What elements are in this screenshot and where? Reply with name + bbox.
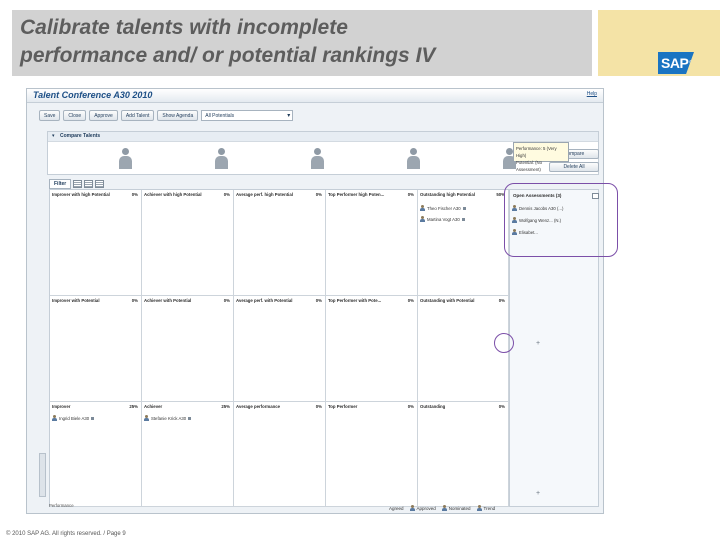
legend-nominated: Nominated [441, 505, 471, 511]
person-icon [218, 148, 225, 155]
cell-improver[interactable]: Improver 25% Ingrid Biele A30 [50, 402, 142, 507]
person-icon [314, 148, 321, 155]
title-separator [594, 10, 596, 76]
person-icon [420, 205, 425, 211]
assessment-tooltip: Performance: 5 (Very High) Potential: (N… [513, 142, 569, 172]
talent-entry[interactable]: Ingrid Biele A30 [52, 414, 95, 422]
help-link[interactable]: Help [587, 91, 597, 97]
status-icon [91, 416, 95, 420]
add-icon[interactable]: + [536, 490, 540, 497]
slide-title-line2: performance and/ or potential rankings I… [20, 44, 436, 67]
talent-slot-3[interactable] [310, 148, 324, 170]
talent-entry[interactable]: Stefanie Krick A30 [144, 414, 192, 422]
legend-trend: Trend [476, 505, 495, 511]
cell-improver-potential[interactable]: Improver with Potential 0% [50, 296, 142, 402]
app-title: Talent Conference A30 2010 [33, 90, 153, 100]
cell-top-performer-potential[interactable]: Top Performer with Pote... 0% [326, 296, 418, 402]
highlight-circle-annotation [494, 333, 514, 353]
status-icon [461, 217, 465, 221]
legend-approved: Approved [409, 505, 436, 511]
compare-talents-label: Compare Talents [60, 133, 101, 139]
status-legend: Agreed Approved Nominated Trend [389, 505, 495, 511]
collapse-icon[interactable]: ▾ [52, 133, 55, 139]
add-talent-button[interactable]: Add Talent [120, 110, 155, 121]
talent-slot-4[interactable] [406, 148, 420, 170]
person-icon [441, 505, 447, 511]
cell-top-performer-high-potential[interactable]: Top Performer high Poten... 0% [326, 190, 418, 296]
grid-toolbar: Filter [49, 179, 105, 189]
cell-achiever[interactable]: Achiever 25% Stefanie Krick A30 [142, 402, 234, 507]
cell-outstanding-high-potential[interactable]: Outstanding high Potential 50% Theo Fisch… [418, 190, 509, 296]
calibration-grid: Improver with high Potential 0% Achiever … [49, 189, 509, 507]
cell-average-potential[interactable]: Average perf. with Potential 0% [234, 296, 326, 402]
status-icon [462, 206, 466, 210]
cell-outstanding[interactable]: Outstanding 0% [418, 402, 509, 507]
cell-average[interactable]: Average performance 0% [234, 402, 326, 507]
talent-slot-1[interactable] [118, 148, 132, 170]
close-button[interactable]: Close [63, 110, 87, 121]
potential-select[interactable]: All Potentials [201, 110, 294, 121]
slide-footer: © 2010 SAP AG. All rights reserved. / Pa… [6, 531, 126, 537]
performance-scrollbar[interactable] [39, 453, 46, 497]
cell-achiever-high-potential[interactable]: Achiever with high Potential 0% [142, 190, 234, 296]
talent-entry[interactable]: Martina Vogt A30 [420, 215, 465, 223]
chart-view-icon[interactable] [95, 180, 105, 188]
list-view-icon[interactable] [84, 180, 94, 188]
talent-entry[interactable]: Theo Fischer A30 [420, 204, 466, 212]
expand-icon[interactable]: + [536, 340, 540, 347]
grid-view-icon[interactable] [73, 180, 83, 188]
person-icon [409, 505, 415, 511]
slide-title-line1: Calibrate talents with incomplete [20, 16, 348, 39]
person-icon [420, 216, 425, 222]
app-header: Talent Conference A30 2010 Help [27, 89, 603, 103]
talent-slot-2[interactable] [214, 148, 228, 170]
show-agenda-button[interactable]: Show Agenda [157, 110, 199, 121]
legend-agreed: Agreed [389, 505, 404, 511]
sap-logo-text: SAP [661, 55, 689, 71]
person-icon [476, 505, 482, 511]
person-icon [122, 148, 129, 155]
cell-average-high-potential[interactable]: Average perf. high Potential 0% [234, 190, 326, 296]
title-band: Calibrate talents with incomplete perfor… [12, 10, 592, 76]
person-icon [506, 148, 513, 155]
cell-achiever-potential[interactable]: Achiever with Potential 0% [142, 296, 234, 402]
cell-top-performer[interactable]: Top Performer 0% [326, 402, 418, 507]
person-icon [52, 415, 57, 421]
person-icon [410, 148, 417, 155]
main-toolbar: Save Close Approve Add Talent Show Agend… [39, 109, 294, 122]
status-icon [188, 416, 192, 420]
approve-button[interactable]: Approve [89, 110, 118, 121]
compare-talents-header[interactable]: ▾ Compare Talents [48, 132, 598, 142]
cell-improver-high-potential[interactable]: Improver with high Potential 0% [50, 190, 142, 296]
person-icon [144, 415, 149, 421]
highlight-annotation [504, 183, 618, 257]
slide-title: Calibrate talents with incomplete perfor… [20, 14, 590, 70]
performance-axis-label: Performance [49, 503, 74, 508]
save-button[interactable]: Save [39, 110, 61, 121]
slide: Calibrate talents with incomplete perfor… [0, 0, 720, 540]
filter-tab[interactable]: Filter [49, 179, 72, 189]
